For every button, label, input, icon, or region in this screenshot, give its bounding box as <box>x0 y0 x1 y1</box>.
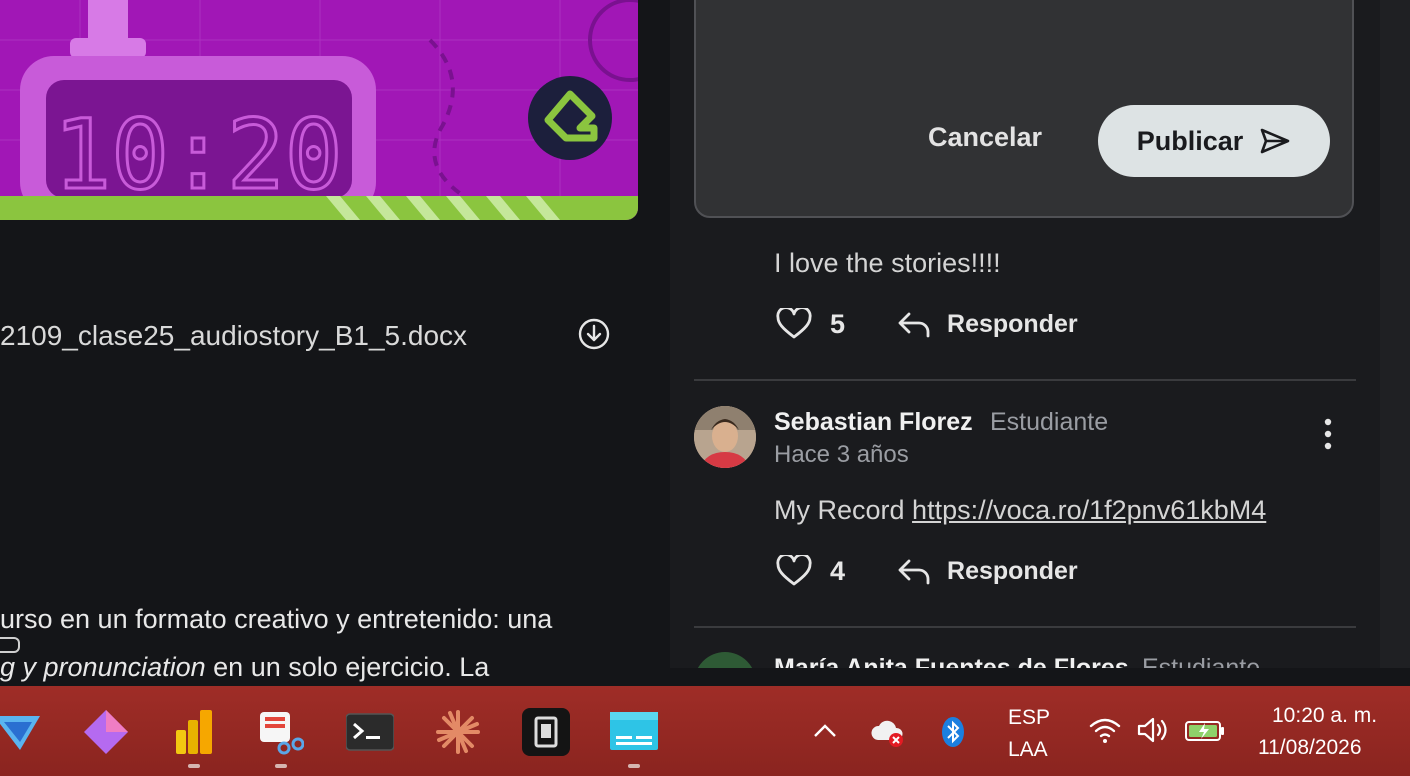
banner-clock-text: 10:20 <box>54 99 343 211</box>
cloud-error-icon[interactable] <box>870 716 906 748</box>
download-icon[interactable] <box>578 318 610 350</box>
running-indicator <box>188 764 200 768</box>
comment-author[interactable]: María Anita Fuentes de Flores <box>774 654 1129 668</box>
comment-author[interactable]: Sebastian Florez <box>774 408 973 437</box>
chevron-up-icon[interactable] <box>812 722 838 740</box>
attachment-row[interactable]: 2109_clase25_audiostory_B1_5.docx <box>0 312 640 360</box>
volume-icon[interactable] <box>1136 716 1170 744</box>
app-terminal-icon[interactable] <box>346 708 394 756</box>
reply-label: Responder <box>947 309 1078 338</box>
app-vpn-icon[interactable] <box>0 708 48 756</box>
reply-arrow-icon <box>898 559 930 585</box>
author-role-badge: Estudiante <box>1142 654 1261 668</box>
reply-arrow-icon <box>898 312 930 338</box>
app-device-icon[interactable] <box>522 708 570 756</box>
comment-divider <box>694 379 1356 381</box>
battery-charging-icon[interactable] <box>1184 718 1226 744</box>
avatar[interactable] <box>694 406 756 468</box>
more-options-icon[interactable] <box>1318 418 1338 450</box>
app-claude-icon[interactable] <box>434 708 482 756</box>
like-heart-icon[interactable] <box>776 308 812 340</box>
running-indicator <box>628 764 640 768</box>
clock-date[interactable]: 11/08/2026 <box>1258 736 1362 760</box>
like-count: 5 <box>830 308 846 339</box>
taskbar: ESP LAA 10:20 a. m. 11/08/2026 <box>0 686 1410 776</box>
comment-actions: 4 Responder <box>776 551 1078 591</box>
text-cursor-handle <box>0 637 20 653</box>
comments-panel: Cancelar Publicar I love the stories!!!!… <box>670 0 1380 668</box>
app-gem-icon[interactable] <box>82 708 130 756</box>
main-content: 10:20 2109_clase25_audiostory_B1_5.docx … <box>0 0 670 686</box>
comment-actions: 5 Responder <box>776 304 1078 344</box>
publish-button-label: Publicar <box>1136 125 1244 156</box>
app-snipping-tool-icon[interactable] <box>256 708 304 756</box>
language-indicator[interactable]: ESP <box>1008 706 1050 730</box>
scrollbar[interactable] <box>1380 0 1410 668</box>
send-icon <box>1260 128 1290 154</box>
running-indicator <box>275 764 287 768</box>
publish-button[interactable]: Publicar <box>1098 105 1330 177</box>
app-remote-desktop-icon[interactable] <box>610 708 658 756</box>
author-role-badge: Estudiante <box>990 408 1109 436</box>
bluetooth-icon[interactable] <box>940 716 966 748</box>
description-line-2: g y pronunciation en un solo ejercicio. … <box>0 652 490 682</box>
clock-time[interactable]: 10:20 a. m. <box>1272 704 1377 728</box>
comment-timestamp: Hace 3 años <box>774 441 909 468</box>
like-heart-icon[interactable] <box>776 555 812 587</box>
description-line-1: urso en un formato creativo y entretenid… <box>0 604 553 634</box>
keyboard-layout-indicator[interactable]: LAA <box>1008 738 1048 762</box>
comment-compose-box[interactable]: Cancelar Publicar <box>694 0 1354 218</box>
cancel-button[interactable]: Cancelar <box>928 122 1042 153</box>
comment-link[interactable]: https://voca.ro/1f2pnv61kbM4 <box>912 495 1266 525</box>
reply-button[interactable]: Responder <box>897 557 1078 586</box>
comment-divider <box>694 626 1356 628</box>
comment-text: I love the stories!!!! <box>774 248 1001 278</box>
wifi-icon[interactable] <box>1088 716 1122 744</box>
reply-button[interactable]: Responder <box>897 310 1078 339</box>
course-banner-image: 10:20 <box>0 0 638 220</box>
comment-text: My Record https://voca.ro/1f2pnv61kbM4 <box>774 495 1267 525</box>
reply-label: Responder <box>947 556 1078 585</box>
like-count: 4 <box>830 555 846 586</box>
avatar[interactable] <box>694 652 756 668</box>
attachment-file-name[interactable]: 2109_clase25_audiostory_B1_5.docx <box>0 320 467 352</box>
app-powerbi-icon[interactable] <box>170 708 218 756</box>
